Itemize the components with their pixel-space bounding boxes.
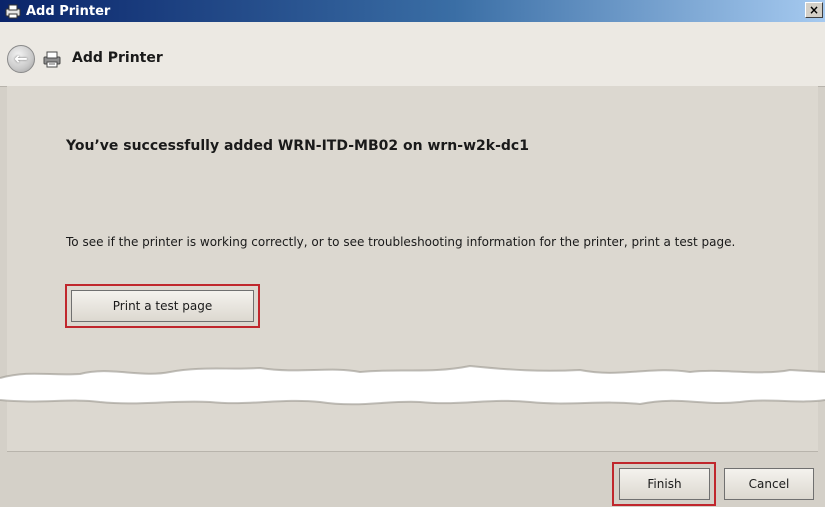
page-title: Add Printer xyxy=(72,50,163,66)
content-area-lower xyxy=(7,420,818,452)
success-message: You’ve successfully added WRN-ITD-MB02 o… xyxy=(66,138,529,154)
add-printer-window: Add Printer × ← Add Printer You’ve succe… xyxy=(0,0,825,507)
printer-icon xyxy=(5,4,21,19)
close-button[interactable]: × xyxy=(805,2,823,18)
cancel-button[interactable]: Cancel xyxy=(724,468,814,500)
test-page-instructions: To see if the printer is working correct… xyxy=(66,235,736,249)
print-test-page-button[interactable]: Print a test page xyxy=(71,290,254,322)
torn-edge-divider xyxy=(0,364,825,406)
title-bar[interactable]: Add Printer × xyxy=(0,0,825,22)
back-button[interactable]: ← xyxy=(7,45,35,73)
window-title: Add Printer xyxy=(26,3,111,19)
printer-icon xyxy=(43,51,61,68)
finish-button[interactable]: Finish xyxy=(619,468,710,500)
back-arrow-icon: ← xyxy=(14,49,28,68)
navigation-header: ← Add Printer xyxy=(0,22,825,87)
